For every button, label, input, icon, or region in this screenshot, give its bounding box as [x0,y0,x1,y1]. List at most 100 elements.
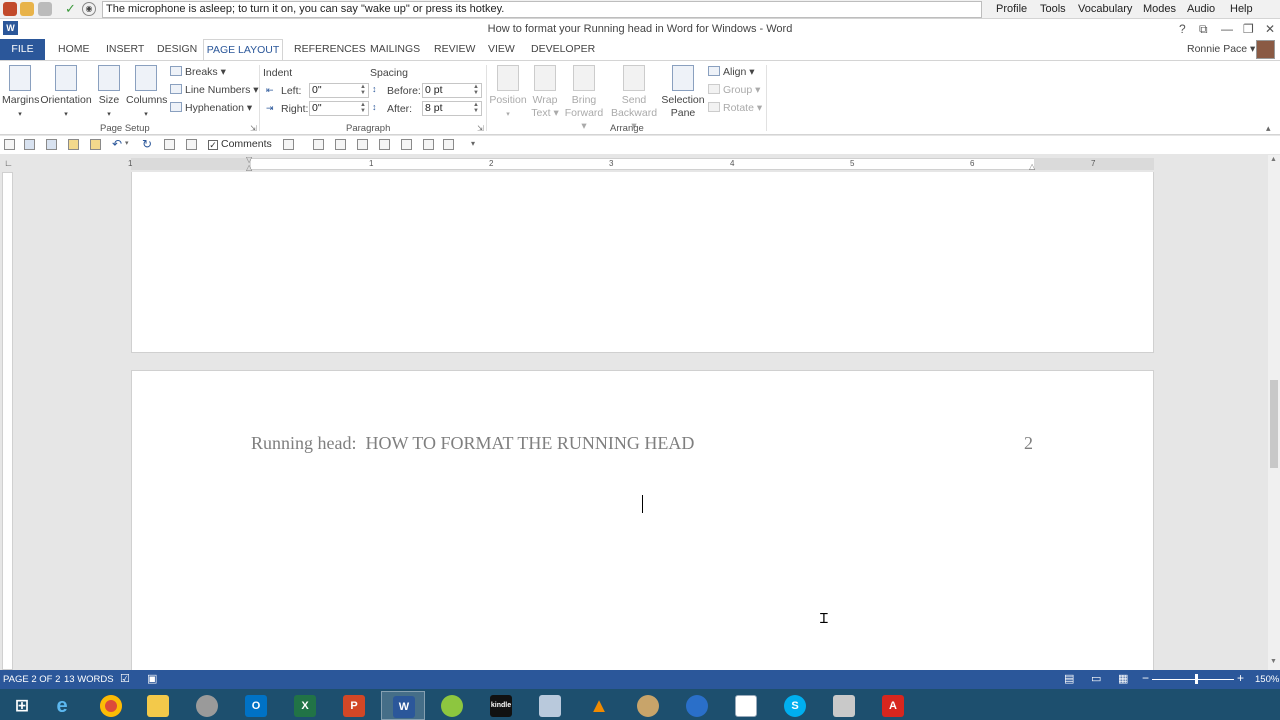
tab-file[interactable]: FILE [0,39,45,60]
header-icon[interactable] [357,139,368,150]
word-count-status[interactable]: 13 WORDS [64,674,114,685]
vertical-ruler[interactable] [2,172,13,670]
align-button[interactable]: Align ▾ [708,66,755,78]
macro-recording-icon[interactable]: ▣ [147,672,157,685]
taskbar-kindle[interactable]: kindle [479,691,523,720]
taskbar-tool[interactable] [822,691,866,720]
tab-review[interactable]: REVIEW [434,43,475,55]
wrap-text-button[interactable]: Wrap Text ▾ [530,65,560,120]
avatar[interactable] [1256,40,1275,59]
spacing-after-input[interactable]: 8 pt ▲ ▼ [422,101,482,116]
print-preview-icon[interactable] [164,139,175,150]
zoom-level[interactable]: 150% [1255,674,1279,685]
volume-icon[interactable]: ◉ [82,2,96,16]
footer-icon[interactable] [379,139,390,150]
customize-qat-icon[interactable]: ▾ [471,139,475,148]
new-document-icon[interactable] [4,139,15,150]
taskbar-file-explorer[interactable] [136,691,180,720]
print-layout-icon[interactable]: ▭ [1091,672,1101,685]
selection-pane-button[interactable]: Selection Pane [661,65,705,120]
scroll-up-icon[interactable]: ▲ [1270,156,1277,163]
print-icon[interactable] [186,139,197,150]
track-changes-icon[interactable] [283,139,294,150]
collapse-ribbon-icon[interactable]: ▴ [1266,123,1271,134]
dragon-menu-modes[interactable]: Modes [1143,3,1176,15]
columns-button[interactable]: Columns ▾ [126,65,167,121]
zoom-slider[interactable] [1152,679,1234,680]
save-icon[interactable] [24,139,35,150]
dragon-menu-vocabulary[interactable]: Vocabulary [1078,3,1132,15]
taskbar-internet-explorer[interactable]: e [40,691,84,720]
redo-icon[interactable]: ↻ [142,137,152,151]
right-indent-marker-icon[interactable]: △ [1029,162,1035,171]
page-icon[interactable] [335,139,346,150]
tab-home[interactable]: HOME [58,43,90,55]
comments-toggle[interactable]: ✓ Comments [208,138,272,150]
page[interactable]: Running head: HOW TO FORMAT THE RUNNING … [131,370,1154,670]
user-account-menu[interactable]: Ronnie Pace ▾ [1187,43,1255,55]
tab-view[interactable]: VIEW [488,43,515,55]
undo-dropdown-icon[interactable]: ▾ [125,139,129,147]
tab-design[interactable]: DESIGN [157,43,197,55]
dragon-menu-tools[interactable]: Tools [1040,3,1066,15]
hyphenation-button[interactable]: Hyphenation ▾ [170,102,252,114]
tab-selector-icon[interactable]: ∟ [4,158,13,168]
dragon-logo-icon[interactable] [3,2,17,16]
taskbar-excel[interactable]: X [283,691,327,720]
taskbar-window[interactable] [724,691,768,720]
maximize-button[interactable]: ❐ [1243,22,1254,36]
page-number[interactable]: 2 [1024,433,1033,454]
web-layout-icon[interactable]: ▦ [1118,672,1128,685]
dragon-menu-profile[interactable]: Profile [996,3,1027,15]
taskbar-dragon-green[interactable] [430,691,474,720]
taskbar-calculator[interactable] [528,691,572,720]
indent-marker-icon[interactable]: ▽ △ [246,156,252,172]
taskbar-chrome[interactable] [89,691,133,720]
taskbar-acrobat[interactable]: A [871,691,915,720]
close-button[interactable]: ✕ [1265,22,1275,36]
zoom-in-button[interactable]: + [1237,671,1244,685]
ribbon-display-options-button[interactable]: ⧉ [1199,22,1208,37]
rotate-button[interactable]: Rotate ▾ [708,102,762,114]
taskbar-dragon[interactable] [185,691,229,720]
indent-right-input[interactable]: 0" ▲ ▼ [309,101,369,116]
group-button[interactable]: Group ▾ [708,84,760,96]
taskbar-vlc[interactable]: ▲ [577,691,621,720]
scroll-down-icon[interactable]: ▼ [1270,658,1277,665]
insert-shape-icon[interactable] [313,139,324,150]
help-button[interactable]: ? [1179,22,1186,36]
read-mode-icon[interactable]: ▤ [1064,672,1074,685]
indent-left-input[interactable]: 0" ▲ ▼ [309,83,369,98]
taskbar-skype[interactable]: S [773,691,817,720]
text-box-icon[interactable] [443,139,454,150]
proofing-icon[interactable]: ☑ [120,672,130,685]
breaks-button[interactable]: Breaks ▾ [170,66,226,78]
ruler-bar[interactable] [131,158,1154,170]
orientation-button[interactable]: Orientation ▾ [40,65,92,121]
tab-developer[interactable]: DEVELOPER [531,43,595,55]
taskbar-word[interactable]: W [381,691,425,720]
dragon-menu-help[interactable]: Help [1230,3,1253,15]
scrollbar-thumb[interactable] [1270,380,1278,468]
minimize-button[interactable]: — [1221,22,1233,36]
spacing-before-input[interactable]: 0 pt ▲ ▼ [422,83,482,98]
tab-references[interactable]: REFERENCES [294,43,366,55]
tab-mailings[interactable]: MAILINGS [370,43,420,55]
start-button[interactable]: ⊞ [0,691,44,720]
zoom-out-button[interactable]: − [1142,671,1149,685]
microphone-icon[interactable] [38,2,52,16]
table-icon[interactable] [401,139,412,150]
insert-table-icon[interactable] [423,139,434,150]
taskbar-powerpoint[interactable]: P [332,691,376,720]
paragraph-dialog-launcher-icon[interactable]: ⇲ [477,124,484,133]
taskbar-gimp[interactable] [626,691,670,720]
save-as-icon[interactable] [46,139,57,150]
tab-page-layout[interactable]: PAGE LAYOUT [203,39,283,61]
page-setup-dialog-launcher-icon[interactable]: ⇲ [250,124,257,133]
open-icon[interactable] [68,139,79,150]
folder-icon[interactable] [90,139,101,150]
line-numbers-button[interactable]: Line Numbers ▾ [170,84,259,96]
size-button[interactable]: Size ▾ [96,65,122,121]
document-canvas[interactable]: Running head: HOW TO FORMAT THE RUNNING … [14,172,1266,670]
tab-insert[interactable]: INSERT [106,43,144,55]
